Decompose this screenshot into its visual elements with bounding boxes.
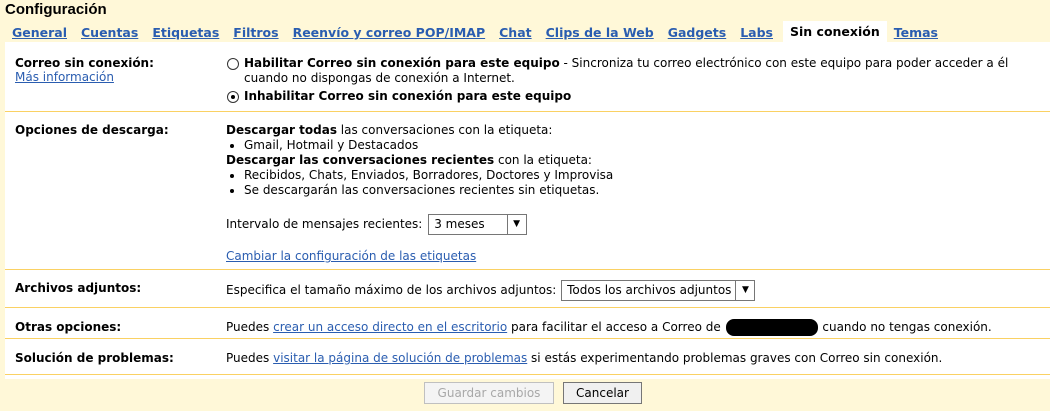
tab-labs[interactable]: Labs <box>740 23 773 42</box>
disable-offline-option[interactable]: Inhabilitar Correo sin conexión para est… <box>226 89 1041 104</box>
cancel-button[interactable]: Cancelar <box>563 382 642 404</box>
save-button[interactable]: Guardar cambios <box>424 382 554 404</box>
tab-sin-conexion[interactable]: Sin conexión <box>783 21 887 42</box>
more-info-link[interactable]: Más información <box>15 70 114 84</box>
chevron-down-icon[interactable]: ▼ <box>735 281 754 300</box>
interval-select[interactable]: 3 meses ▼ <box>428 214 527 235</box>
troubleshoot-row: Puedes visitar la página de solución de … <box>226 351 1041 366</box>
interval-value: 3 meses <box>434 217 485 231</box>
other-row: Puedes crear un acceso directo en el esc… <box>226 319 1041 336</box>
other-section: Otras opciones: Puedes crear un acceso d… <box>5 308 1050 339</box>
tab-gadgets[interactable]: Gadgets <box>668 23 726 42</box>
chevron-down-icon[interactable]: ▼ <box>506 215 526 234</box>
list-item: Gmail, Hotmail y Destacados <box>244 138 1041 153</box>
other-text-pre: Puedes <box>226 320 274 334</box>
enable-offline-option[interactable]: Habilitar Correo sin conexión para este … <box>226 56 1041 86</box>
disable-offline-label: Inhabilitar Correo sin conexión para est… <box>244 89 572 103</box>
download-recent-list: Recibidos, Chats, Enviados, Borradores, … <box>226 168 1041 198</box>
enable-offline-label: Habilitar Correo sin conexión para este … <box>244 56 560 70</box>
troubleshoot-text-post: si estás experimentando problemas graves… <box>527 351 943 365</box>
settings-content: Correo sin conexión: Más información Hab… <box>5 42 1050 379</box>
enable-offline-radio[interactable] <box>227 58 239 70</box>
attachments-desc: Especifica el tamaño máximo de los archi… <box>226 283 557 297</box>
troubleshoot-text-pre: Puedes <box>226 351 274 365</box>
tab-temas[interactable]: Temas <box>894 23 938 42</box>
create-shortcut-link[interactable]: crear un acceso directo en el escritorio <box>273 320 507 334</box>
disable-offline-radio[interactable] <box>227 91 239 103</box>
interval-label: Intervalo de mensajes recientes: <box>226 217 423 231</box>
settings-tabs: General Cuentas Etiquetas Filtros Reenví… <box>0 21 1050 42</box>
offline-section: Correo sin conexión: Más información Hab… <box>5 43 1050 112</box>
attachments-select[interactable]: Todos los archivos adjuntos ▼ <box>561 280 756 301</box>
download-label: Opciones de descarga: <box>15 123 169 137</box>
tab-clips[interactable]: Clips de la Web <box>546 23 654 42</box>
download-recent-rest: con la etiqueta: <box>494 153 592 167</box>
tab-reenvio[interactable]: Reenvío y correo POP/IMAP <box>293 23 486 42</box>
download-all-bold: Descargar todas <box>226 123 337 137</box>
troubleshoot-link[interactable]: visitar la página de solución de problem… <box>273 351 527 365</box>
download-all-list: Gmail, Hotmail y Destacados <box>226 138 1041 153</box>
download-all-rest: las conversaciones con la etiqueta: <box>336 123 553 137</box>
attachments-row: Especifica el tamaño máximo de los archi… <box>226 280 1041 301</box>
list-item: Se descargarán las conversaciones recien… <box>244 183 1041 198</box>
offline-options: Habilitar Correo sin conexión para este … <box>226 56 1041 104</box>
change-labels-link[interactable]: Cambiar la configuración de las etiqueta… <box>226 249 476 263</box>
troubleshoot-label: Solución de problemas: <box>15 351 174 365</box>
download-options: Descargar todas las conversaciones con l… <box>226 123 1041 264</box>
offline-label: Correo sin conexión: <box>15 56 154 70</box>
tab-etiquetas[interactable]: Etiquetas <box>152 23 219 42</box>
other-label: Otras opciones: <box>15 320 122 334</box>
interval-row: Intervalo de mensajes recientes: 3 meses… <box>226 214 1041 235</box>
other-text-post: cuando no tengas conexión. <box>818 320 992 334</box>
troubleshoot-section: Solución de problemas: Puedes visitar la… <box>5 339 1050 375</box>
settings-page: Configuración General Cuentas Etiquetas … <box>0 0 1050 411</box>
attachments-value: Todos los archivos adjuntos <box>567 283 732 297</box>
list-item: Recibidos, Chats, Enviados, Borradores, … <box>244 168 1041 183</box>
tab-cuentas[interactable]: Cuentas <box>81 23 138 42</box>
download-recent-bold: Descargar las conversaciones recientes <box>226 153 495 167</box>
page-title: Configuración <box>5 1 107 18</box>
attachments-section: Archivos adjuntos: Especifica el tamaño … <box>5 270 1050 308</box>
attachments-label: Archivos adjuntos: <box>15 281 142 295</box>
download-section: Opciones de descarga: Descargar todas la… <box>5 112 1050 270</box>
tab-filtros[interactable]: Filtros <box>233 23 278 42</box>
tab-general[interactable]: General <box>12 23 67 42</box>
other-text-mid: para facilitar el acceso a Correo de <box>507 320 725 334</box>
redacted-block <box>725 319 818 336</box>
tab-chat[interactable]: Chat <box>499 23 531 42</box>
